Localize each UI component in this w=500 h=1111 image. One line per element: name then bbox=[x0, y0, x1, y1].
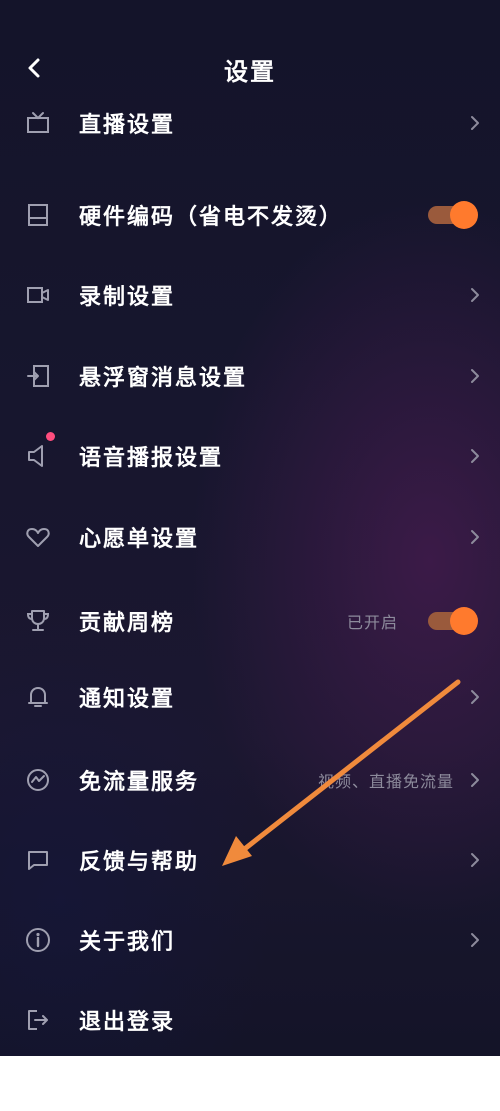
settings-item-contribution-weekly[interactable]: 贡献周榜 已开启 bbox=[0, 586, 500, 656]
settings-item-label: 直播设置 bbox=[79, 113, 176, 138]
heart-icon bbox=[24, 523, 52, 551]
info-icon bbox=[24, 926, 52, 954]
settings-item-feedback-help[interactable]: 反馈与帮助 bbox=[0, 825, 500, 895]
settings-item-hardware-encoding[interactable]: 硬件编码（省电不发烫） bbox=[0, 180, 500, 250]
settings-item-label: 语音播报设置 bbox=[79, 446, 224, 471]
chevron-right-icon bbox=[468, 366, 482, 386]
settings-item-label: 反馈与帮助 bbox=[79, 850, 200, 875]
contribution-weekly-toggle[interactable] bbox=[428, 607, 478, 635]
chevron-right-icon bbox=[468, 113, 482, 133]
chevron-right-icon bbox=[468, 527, 482, 547]
settings-item-label: 通知设置 bbox=[79, 687, 176, 712]
settings-item-value: 已开启 bbox=[346, 613, 398, 632]
settings-item-live[interactable]: 直播设置 bbox=[0, 88, 500, 158]
settings-item-label: 悬浮窗消息设置 bbox=[79, 366, 248, 391]
video-camera-icon bbox=[24, 281, 52, 309]
settings-item-label: 录制设置 bbox=[79, 285, 176, 310]
chevron-right-icon bbox=[468, 285, 482, 305]
settings-item-value: 视频、直播免流量 bbox=[317, 772, 454, 791]
message-icon bbox=[24, 846, 52, 874]
data-icon bbox=[24, 766, 52, 794]
toggle-knob bbox=[450, 201, 478, 229]
settings-item-data-free-service[interactable]: 免流量服务 视频、直播免流量 bbox=[0, 745, 500, 815]
hardware-encoding-toggle[interactable] bbox=[428, 201, 478, 229]
settings-item-record[interactable]: 录制设置 bbox=[0, 260, 500, 330]
chevron-right-icon bbox=[468, 930, 482, 950]
bell-icon bbox=[24, 683, 52, 711]
settings-item-about-us[interactable]: 关于我们 bbox=[0, 905, 500, 975]
settings-screen: 设置 直播设置 硬件编码（省电不发烫） 录制设置 悬浮窗消息设置 语音播报设置 … bbox=[0, 0, 500, 1056]
chevron-right-icon bbox=[468, 850, 482, 870]
settings-item-label: 贡献周榜 bbox=[79, 611, 176, 636]
toggle-knob bbox=[450, 607, 478, 635]
settings-item-label: 免流量服务 bbox=[79, 770, 200, 795]
settings-item-wishlist[interactable]: 心愿单设置 bbox=[0, 502, 500, 572]
speaker-icon bbox=[24, 432, 55, 470]
logout-icon bbox=[24, 1006, 52, 1034]
settings-item-label: 关于我们 bbox=[79, 930, 176, 955]
settings-item-logout[interactable]: 退出登录 bbox=[0, 985, 500, 1055]
hardware-icon bbox=[24, 201, 52, 229]
page-title: 设置 bbox=[224, 58, 276, 86]
chevron-right-icon bbox=[468, 687, 482, 707]
trophy-icon bbox=[24, 607, 52, 635]
chevron-right-icon bbox=[468, 446, 482, 466]
chevron-right-icon bbox=[468, 770, 482, 790]
floating-window-icon bbox=[24, 362, 52, 390]
settings-item-label: 退出登录 bbox=[79, 1010, 176, 1035]
settings-item-voice-broadcast[interactable]: 语音播报设置 bbox=[0, 421, 500, 491]
settings-item-label: 硬件编码（省电不发烫） bbox=[79, 205, 344, 230]
notification-dot bbox=[46, 432, 55, 441]
settings-item-notifications[interactable]: 通知设置 bbox=[0, 662, 500, 732]
tv-icon bbox=[24, 109, 52, 137]
settings-item-label: 心愿单设置 bbox=[79, 527, 200, 552]
settings-item-floating-window[interactable]: 悬浮窗消息设置 bbox=[0, 341, 500, 411]
